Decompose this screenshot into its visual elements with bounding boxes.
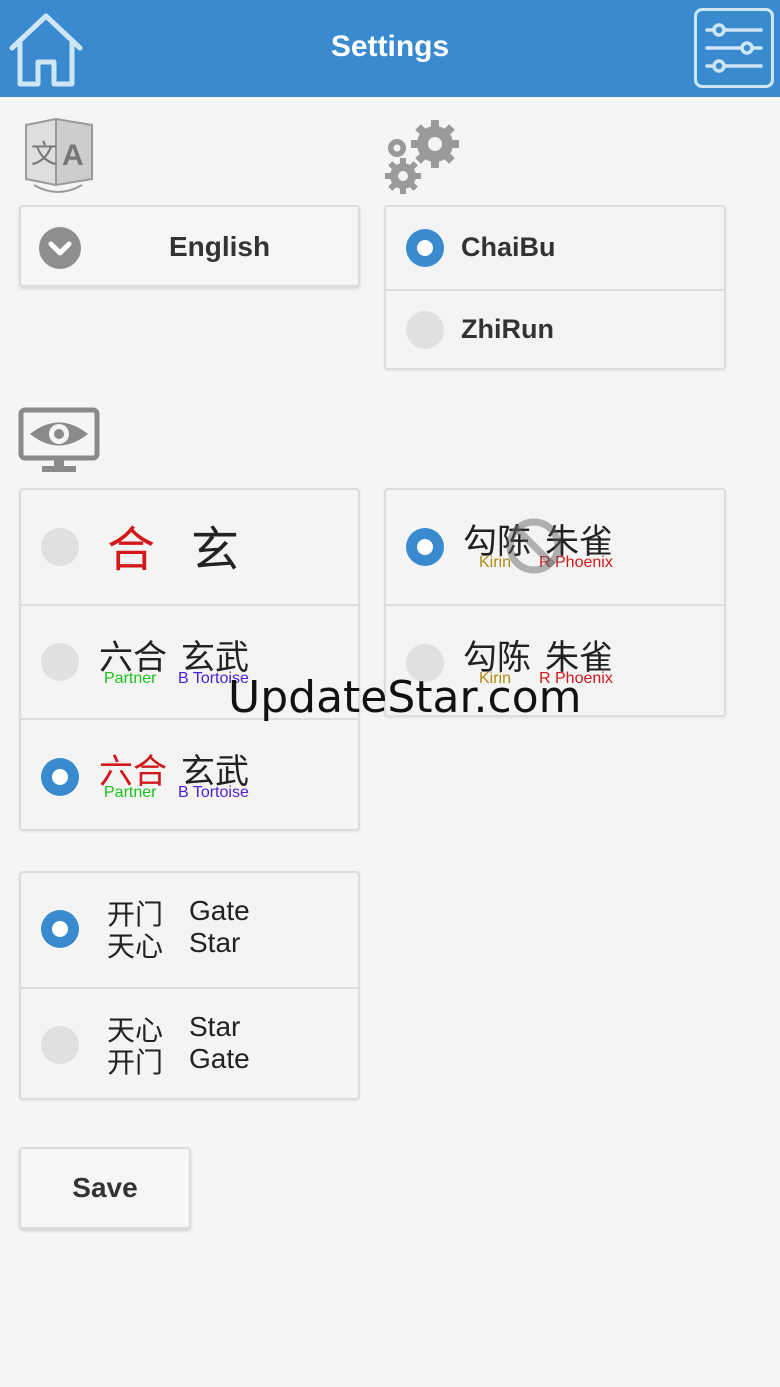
en-text-star: Star: [189, 1011, 241, 1042]
gears-icon: [385, 120, 459, 194]
method-option-zhirun[interactable]: ZhiRun: [386, 289, 724, 370]
en-text-partner: Partner: [104, 670, 157, 687]
chevron-down-icon: [39, 227, 81, 269]
order-option-2[interactable]: 天心 Star 开门 Gate: [21, 987, 358, 1100]
cn-text-tortoise: 玄: [191, 522, 240, 578]
top-bar: Settings: [0, 0, 780, 97]
en-text-gate: Gate: [189, 895, 250, 926]
en-text-tortoise: B Tortoise: [178, 784, 249, 801]
radio-palace-1[interactable]: [41, 528, 79, 566]
svg-text:A: A: [62, 139, 84, 172]
option-label: ChaiBu: [461, 232, 556, 262]
palace-option-3[interactable]: 六合 玄武 Partner B Tortoise: [21, 718, 358, 831]
radio-order-1[interactable]: [41, 910, 79, 948]
translate-icon: 文 A: [25, 117, 93, 193]
watermark-logo-icon: [506, 518, 562, 574]
sliders-icon: [705, 23, 763, 73]
cn-text-partner: 合: [107, 522, 156, 578]
svg-text:文: 文: [31, 140, 57, 170]
cn-text-gate: 开门: [107, 1046, 164, 1079]
radio-order-2[interactable]: [41, 1026, 79, 1064]
en-text-star: Star: [189, 927, 241, 958]
order-options: 开门 Gate 天心 Star 天心 Star 开门 Gate: [19, 871, 360, 1100]
method-option-chaibu[interactable]: ChaiBu: [386, 207, 724, 289]
eye-monitor-icon: [18, 407, 100, 472]
radio-palace-2[interactable]: [41, 643, 79, 681]
method-options: ChaiBu ZhiRun: [384, 205, 726, 370]
palace-option-1[interactable]: 合 玄: [21, 490, 358, 604]
palace-name-options: 合 玄 六合 玄武 Partner B Tortoise 六合 玄武 Partn…: [19, 488, 360, 831]
en-text-partner: Partner: [104, 784, 157, 801]
cn-text-star: 天心: [107, 930, 164, 963]
language-dropdown[interactable]: English: [19, 205, 360, 287]
radio-zhirun[interactable]: [406, 311, 444, 349]
page-title: Settings: [330, 30, 450, 63]
save-button[interactable]: Save: [19, 1147, 191, 1229]
radio-palace-3[interactable]: [41, 758, 79, 796]
language-value: English: [168, 231, 271, 262]
settings-menu-button[interactable]: [694, 8, 774, 88]
order-option-1[interactable]: 开门 Gate 天心 Star: [21, 873, 358, 987]
en-text-gate: Gate: [189, 1043, 250, 1074]
option-label: ZhiRun: [461, 314, 554, 344]
radio-beast-1[interactable]: [406, 528, 444, 566]
watermark-text: UpdateStar.com: [228, 672, 582, 723]
radio-chaibu[interactable]: [406, 229, 444, 267]
